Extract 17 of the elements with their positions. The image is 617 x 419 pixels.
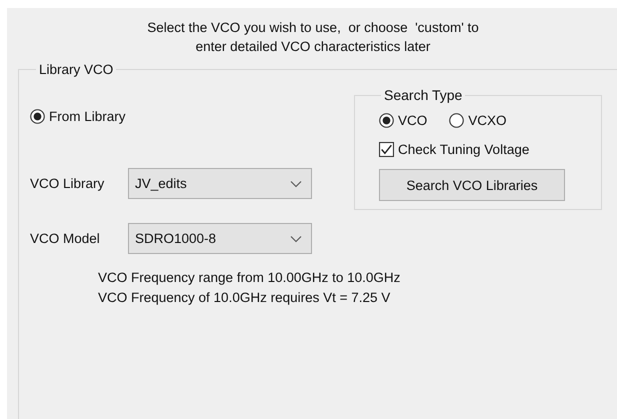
radio-button[interactable]: VCXO [449, 113, 507, 128]
search-button[interactable]: Search VCO Libraries [379, 169, 565, 201]
info-text: VCO Frequency of 10.0GHz requires Vt = 7.25 V [98, 289, 392, 307]
radio-button[interactable]: VCO [379, 113, 428, 128]
group-title: Search Type [383, 87, 464, 103]
dropdown[interactable]: JV_edits [128, 168, 312, 199]
dropdown[interactable]: SDRO1000-8 [128, 223, 312, 254]
info-text: VCO Frequency range from 10.00GHz to 10.0GHz [98, 269, 400, 287]
checkbox[interactable]: Check Tuning Voltage [379, 142, 601, 157]
group-title: Library VCO [38, 62, 114, 77]
instruction-text: Select the VCO you wish to use, or choose 'custom' to [146, 19, 480, 37]
chevron-down-icon [290, 180, 302, 188]
field-label: VCO Model [30, 231, 101, 246]
radio-button[interactable]: From Library [30, 109, 354, 124]
chevron-down-icon [290, 234, 302, 242]
field-label: VCO Library [30, 176, 106, 191]
instruction-text: enter detailed VCO characteristics later [194, 38, 432, 56]
